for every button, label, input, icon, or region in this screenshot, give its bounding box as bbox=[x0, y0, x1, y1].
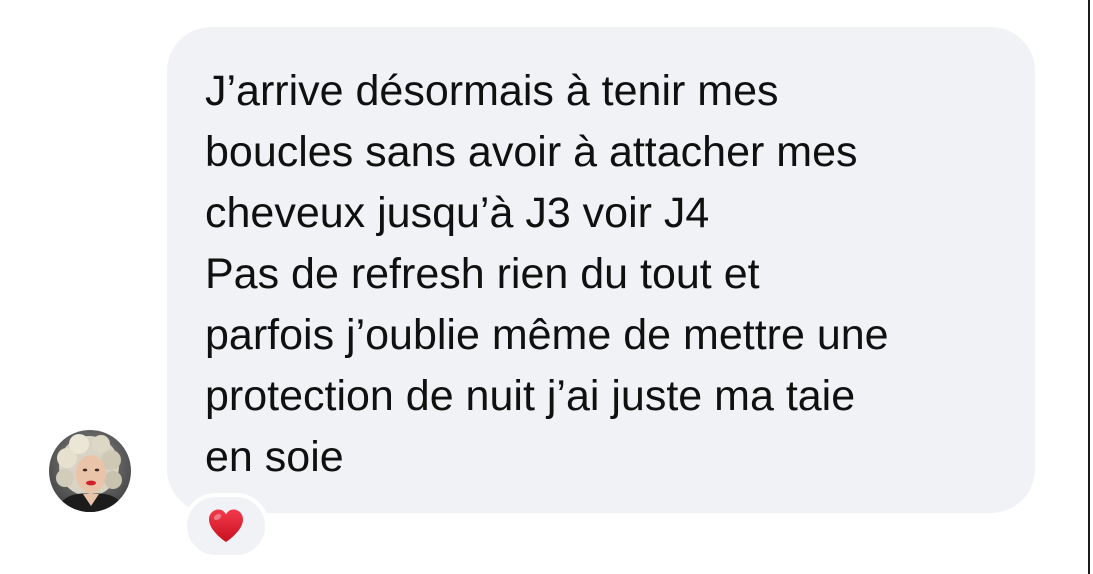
message-line: Pas de refresh rien du tout et bbox=[205, 250, 760, 298]
chat-view: J’arrive désormais à tenir mes boucles s… bbox=[0, 0, 1093, 574]
message-line: protection de nuit j’ai juste ma taie bbox=[205, 372, 856, 420]
message-bubble[interactable]: J’arrive désormais à tenir mes boucles s… bbox=[167, 27, 1035, 513]
message-paragraph-1: J’arrive désormais à tenir mes boucles s… bbox=[205, 61, 1015, 244]
divider bbox=[1088, 0, 1090, 574]
red-heart-icon bbox=[209, 509, 243, 542]
reaction-badge[interactable] bbox=[183, 493, 269, 559]
message-line: parfois j’oublie même de mettre une bbox=[205, 311, 889, 359]
message-paragraph-2: Pas de refresh rien du tout et parfois j… bbox=[205, 244, 1015, 488]
profile-photo-icon bbox=[49, 430, 131, 512]
message-line: en soie bbox=[205, 433, 344, 481]
message-line: boucles sans avoir à attacher mes bbox=[205, 128, 858, 176]
message-line: J’arrive désormais à tenir mes bbox=[205, 67, 779, 115]
message-line: cheveux jusqu’à J3 voir J4 bbox=[205, 189, 710, 237]
avatar[interactable] bbox=[49, 430, 131, 512]
